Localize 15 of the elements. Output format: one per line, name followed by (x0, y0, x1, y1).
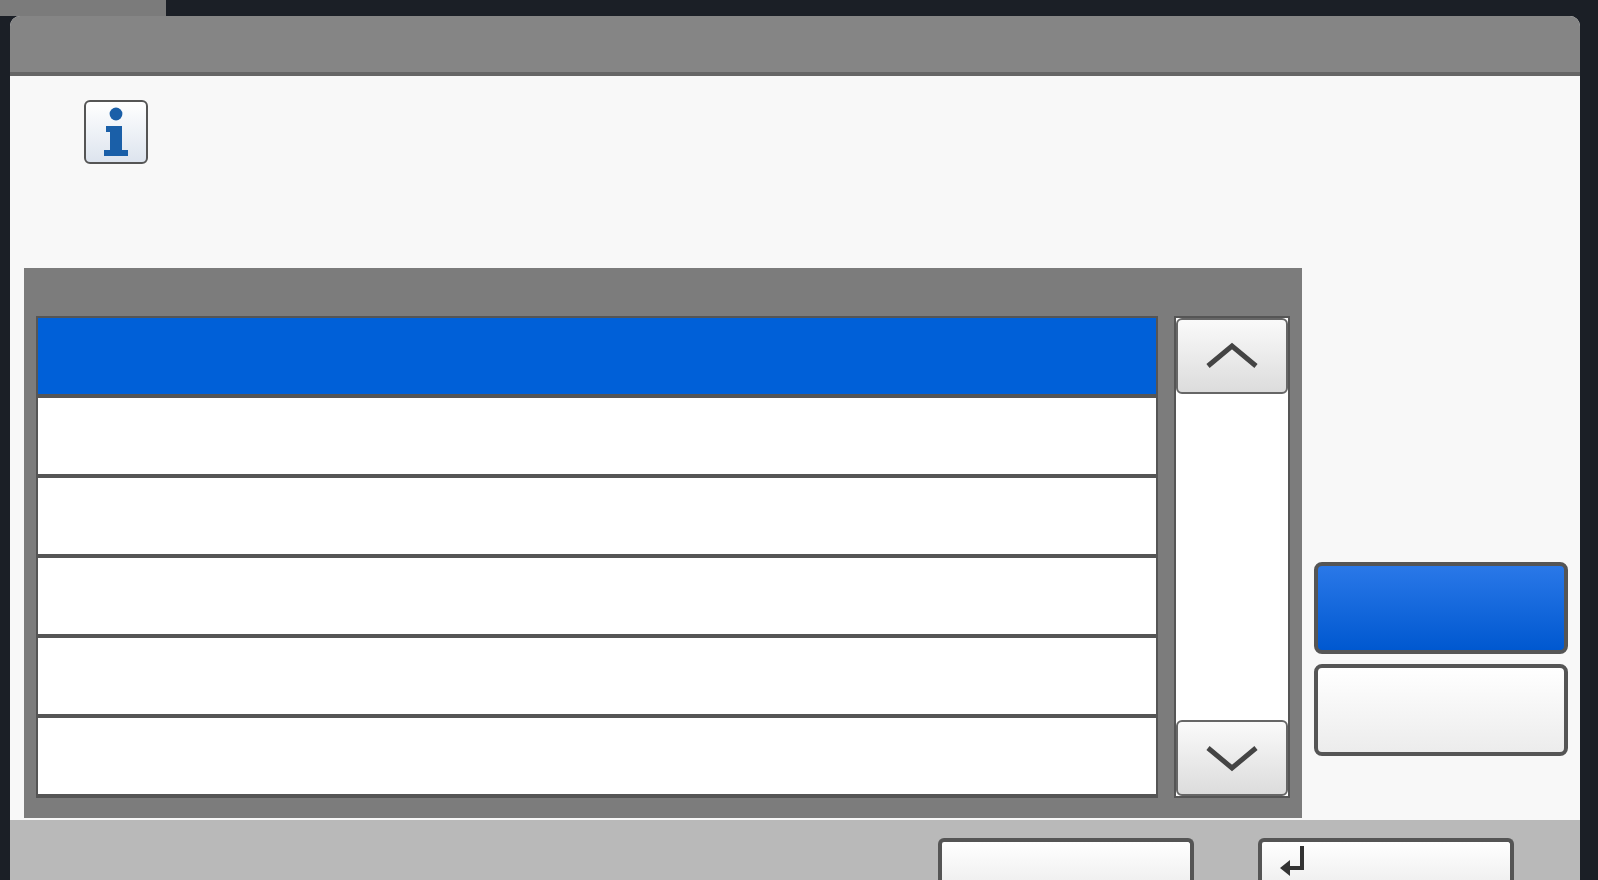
list-row[interactable] (38, 398, 1157, 474)
list-row[interactable] (38, 718, 1157, 794)
scroll-down-button[interactable] (1176, 720, 1288, 796)
list-row[interactable] (38, 478, 1157, 554)
info-icon (84, 100, 148, 164)
scroll-up-button[interactable] (1176, 318, 1288, 394)
up-chevron-icon (1204, 342, 1261, 370)
footer-button[interactable] (1258, 838, 1514, 880)
footer-button[interactable] (938, 838, 1194, 880)
list-row[interactable] (38, 638, 1157, 714)
return-arrow-icon (1278, 846, 1306, 878)
side-button[interactable] (1314, 664, 1568, 756)
list-row[interactable] (38, 318, 1157, 394)
list-row[interactable] (38, 558, 1157, 634)
down-chevron-icon (1204, 744, 1261, 772)
